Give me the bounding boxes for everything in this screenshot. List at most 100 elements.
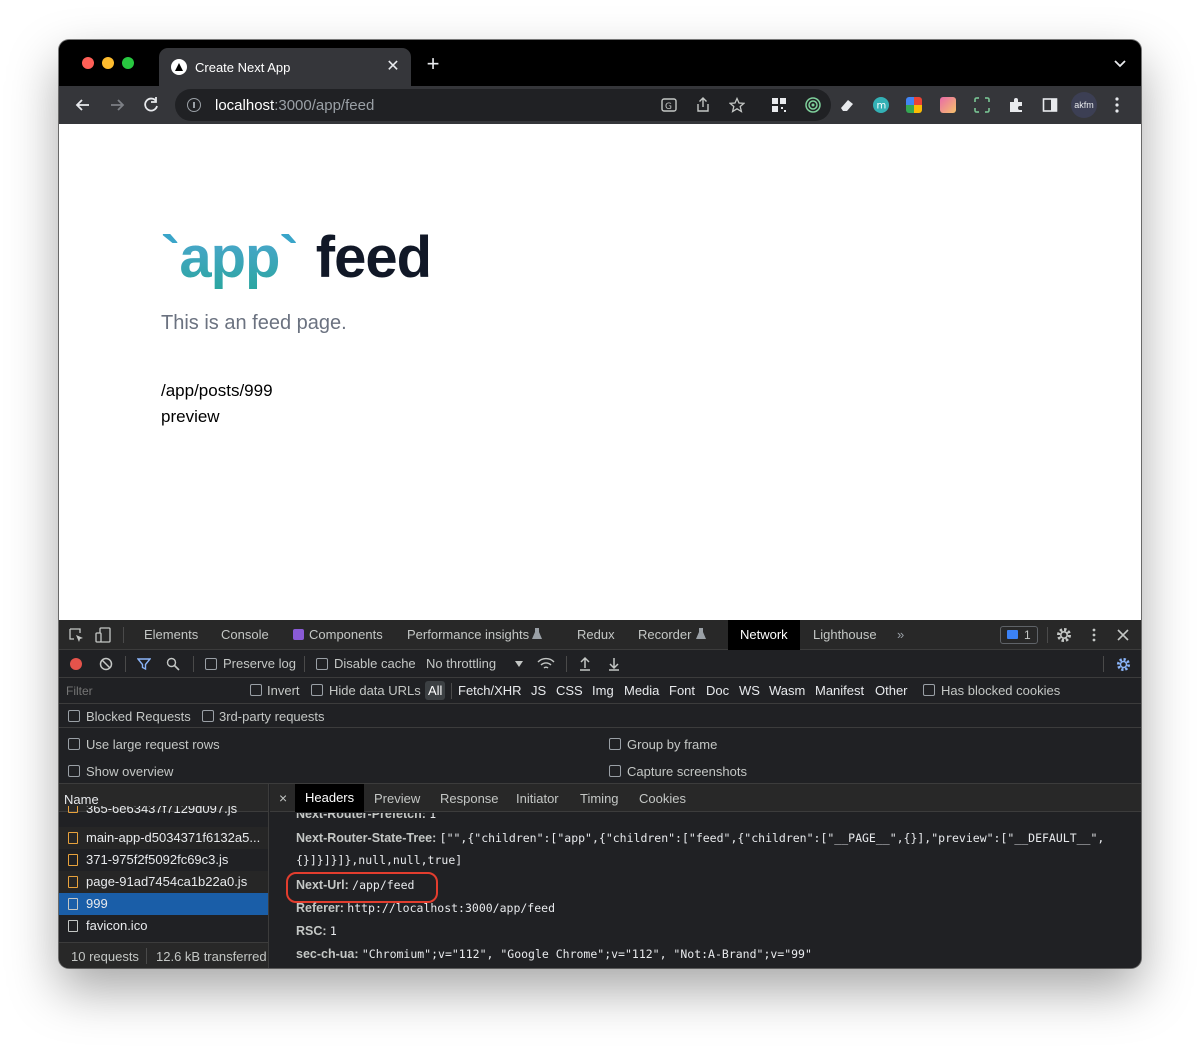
- puzzle-icon[interactable]: [1008, 97, 1024, 113]
- tab-console[interactable]: Console: [221, 620, 269, 650]
- hide-data-urls-checkbox[interactable]: [311, 684, 323, 696]
- preserve-log-checkbox[interactable]: [205, 658, 217, 670]
- tab-components[interactable]: Components: [309, 620, 383, 650]
- filter-bar: Invert Hide data URLs All Fetch/XHR JS C…: [59, 678, 1141, 704]
- maximize-window-button[interactable]: [122, 57, 134, 69]
- tab-preview[interactable]: Preview: [374, 791, 420, 806]
- device-toggle-icon[interactable]: [95, 627, 111, 643]
- sidebar-icon[interactable]: [1042, 97, 1058, 113]
- inspect-element-icon[interactable]: [69, 628, 84, 643]
- header-row: Referer: http://localhost:3000/app/feed: [296, 901, 555, 915]
- blocked-requests-checkbox[interactable]: [68, 710, 80, 722]
- show-overview-checkbox[interactable]: [68, 765, 80, 777]
- settings-gear-icon[interactable]: [1056, 627, 1072, 643]
- google-translate-icon[interactable]: [906, 97, 922, 113]
- browser-toolbar: localhost:3000/app/feed G m akfm: [59, 86, 1141, 124]
- third-party-checkbox[interactable]: [202, 710, 214, 722]
- tab-cookies[interactable]: Cookies: [639, 791, 686, 806]
- filter-funnel-icon[interactable]: [137, 657, 151, 671]
- filter-type-other[interactable]: Other: [875, 683, 908, 698]
- address-bar[interactable]: localhost:3000/app/feed G: [175, 89, 831, 121]
- tab-elements[interactable]: Elements: [144, 620, 198, 650]
- bookmark-star-icon[interactable]: [729, 97, 745, 113]
- tab-response[interactable]: Response: [440, 791, 499, 806]
- group-by-frame-checkbox[interactable]: [609, 738, 621, 750]
- profile-avatar[interactable]: akfm: [1071, 92, 1097, 118]
- chevron-down-icon[interactable]: [1113, 56, 1127, 70]
- screenshot-frame-icon[interactable]: [974, 97, 990, 113]
- gradient-extension-icon[interactable]: [940, 97, 956, 113]
- tab-redux[interactable]: Redux: [577, 620, 615, 650]
- devtools-menu-icon[interactable]: [1089, 627, 1099, 643]
- disable-cache-checkbox[interactable]: [316, 658, 328, 670]
- filter-input[interactable]: [63, 681, 235, 701]
- m-extension-icon[interactable]: m: [873, 97, 889, 113]
- next-url-highlight: [286, 872, 438, 903]
- issues-badge[interactable]: 1: [1000, 626, 1038, 644]
- forward-arrow-icon[interactable]: [107, 95, 127, 115]
- request-row[interactable]: favicon.ico: [59, 915, 268, 937]
- throttling-select[interactable]: No throttling: [426, 656, 496, 671]
- filter-type-all[interactable]: All: [425, 681, 446, 700]
- filter-type-media[interactable]: Media: [624, 683, 659, 698]
- site-info-icon[interactable]: [187, 98, 201, 112]
- has-blocked-cookies-checkbox[interactable]: [923, 684, 935, 696]
- network-controls: Preserve log Disable cache No throttling: [59, 650, 1141, 678]
- filter-type-manifest[interactable]: Manifest: [815, 683, 864, 698]
- group-by-frame-label: Group by frame: [627, 737, 718, 752]
- more-tabs-icon[interactable]: »: [897, 620, 904, 650]
- filter-type-fetch-xhr[interactable]: Fetch/XHR: [458, 683, 522, 698]
- request-row[interactable]: 365-6e63437f7129d097.js: [59, 806, 268, 817]
- tab-initiator[interactable]: Initiator: [516, 791, 559, 806]
- tab-timing[interactable]: Timing: [580, 791, 619, 806]
- filter-type-css[interactable]: CSS: [556, 683, 583, 698]
- share-icon[interactable]: [695, 97, 711, 113]
- request-row[interactable]: main-app-d5034371f6132a5...: [59, 827, 268, 849]
- network-split-view: Name 365-6e63437f7129d097.js main-app-d5…: [59, 784, 1141, 968]
- filter-type-doc[interactable]: Doc: [706, 683, 729, 698]
- devtools-panel: Elements Console Components Performance …: [59, 620, 1141, 968]
- close-devtools-icon[interactable]: [1117, 629, 1129, 641]
- preview-link[interactable]: preview: [161, 407, 220, 427]
- translate-icon[interactable]: G: [661, 97, 677, 113]
- minimize-window-button[interactable]: [102, 57, 114, 69]
- back-arrow-icon[interactable]: [73, 95, 93, 115]
- document-file-icon: [68, 920, 78, 932]
- filter-type-js[interactable]: JS: [531, 683, 546, 698]
- tab-lighthouse[interactable]: Lighthouse: [813, 620, 877, 650]
- tab-close-icon[interactable]: ✕: [385, 59, 401, 75]
- new-tab-button[interactable]: +: [423, 53, 443, 75]
- eraser-icon[interactable]: [839, 97, 855, 113]
- network-conditions-icon[interactable]: [537, 656, 555, 672]
- dropdown-arrow-icon[interactable]: [515, 661, 523, 667]
- target-icon[interactable]: [805, 97, 821, 113]
- request-row[interactable]: 371-975f2f5092fc69c3.js: [59, 849, 268, 871]
- filter-type-wasm[interactable]: Wasm: [769, 683, 805, 698]
- post-999-link[interactable]: /app/posts/999: [161, 381, 273, 401]
- invert-checkbox[interactable]: [250, 684, 262, 696]
- reload-icon[interactable]: [141, 95, 161, 115]
- filter-type-ws[interactable]: WS: [739, 683, 760, 698]
- tab-headers[interactable]: Headers: [295, 784, 365, 812]
- tab-performance-insights[interactable]: Performance insights: [407, 620, 529, 650]
- kebab-menu-icon[interactable]: [1111, 96, 1123, 114]
- tab-recorder[interactable]: Recorder: [638, 620, 691, 650]
- close-window-button[interactable]: [82, 57, 94, 69]
- search-icon[interactable]: [166, 657, 180, 671]
- filter-type-img[interactable]: Img: [592, 683, 614, 698]
- third-party-label: 3rd-party requests: [219, 709, 325, 724]
- export-har-icon[interactable]: [607, 656, 621, 672]
- clear-icon[interactable]: [99, 657, 113, 671]
- large-rows-checkbox[interactable]: [68, 738, 80, 750]
- import-har-icon[interactable]: [578, 656, 592, 672]
- browser-tab[interactable]: Create Next App ✕: [159, 48, 411, 86]
- filter-type-font[interactable]: Font: [669, 683, 695, 698]
- record-icon[interactable]: [70, 658, 82, 670]
- network-settings-gear-icon[interactable]: [1116, 657, 1131, 672]
- close-detail-icon[interactable]: ×: [279, 790, 287, 806]
- request-row[interactable]: page-91ad7454ca1b22a0.js: [59, 871, 268, 893]
- qr-code-icon[interactable]: [771, 97, 787, 113]
- tab-network[interactable]: Network: [728, 620, 800, 650]
- request-row-selected[interactable]: 999: [59, 893, 268, 915]
- capture-screenshots-checkbox[interactable]: [609, 765, 621, 777]
